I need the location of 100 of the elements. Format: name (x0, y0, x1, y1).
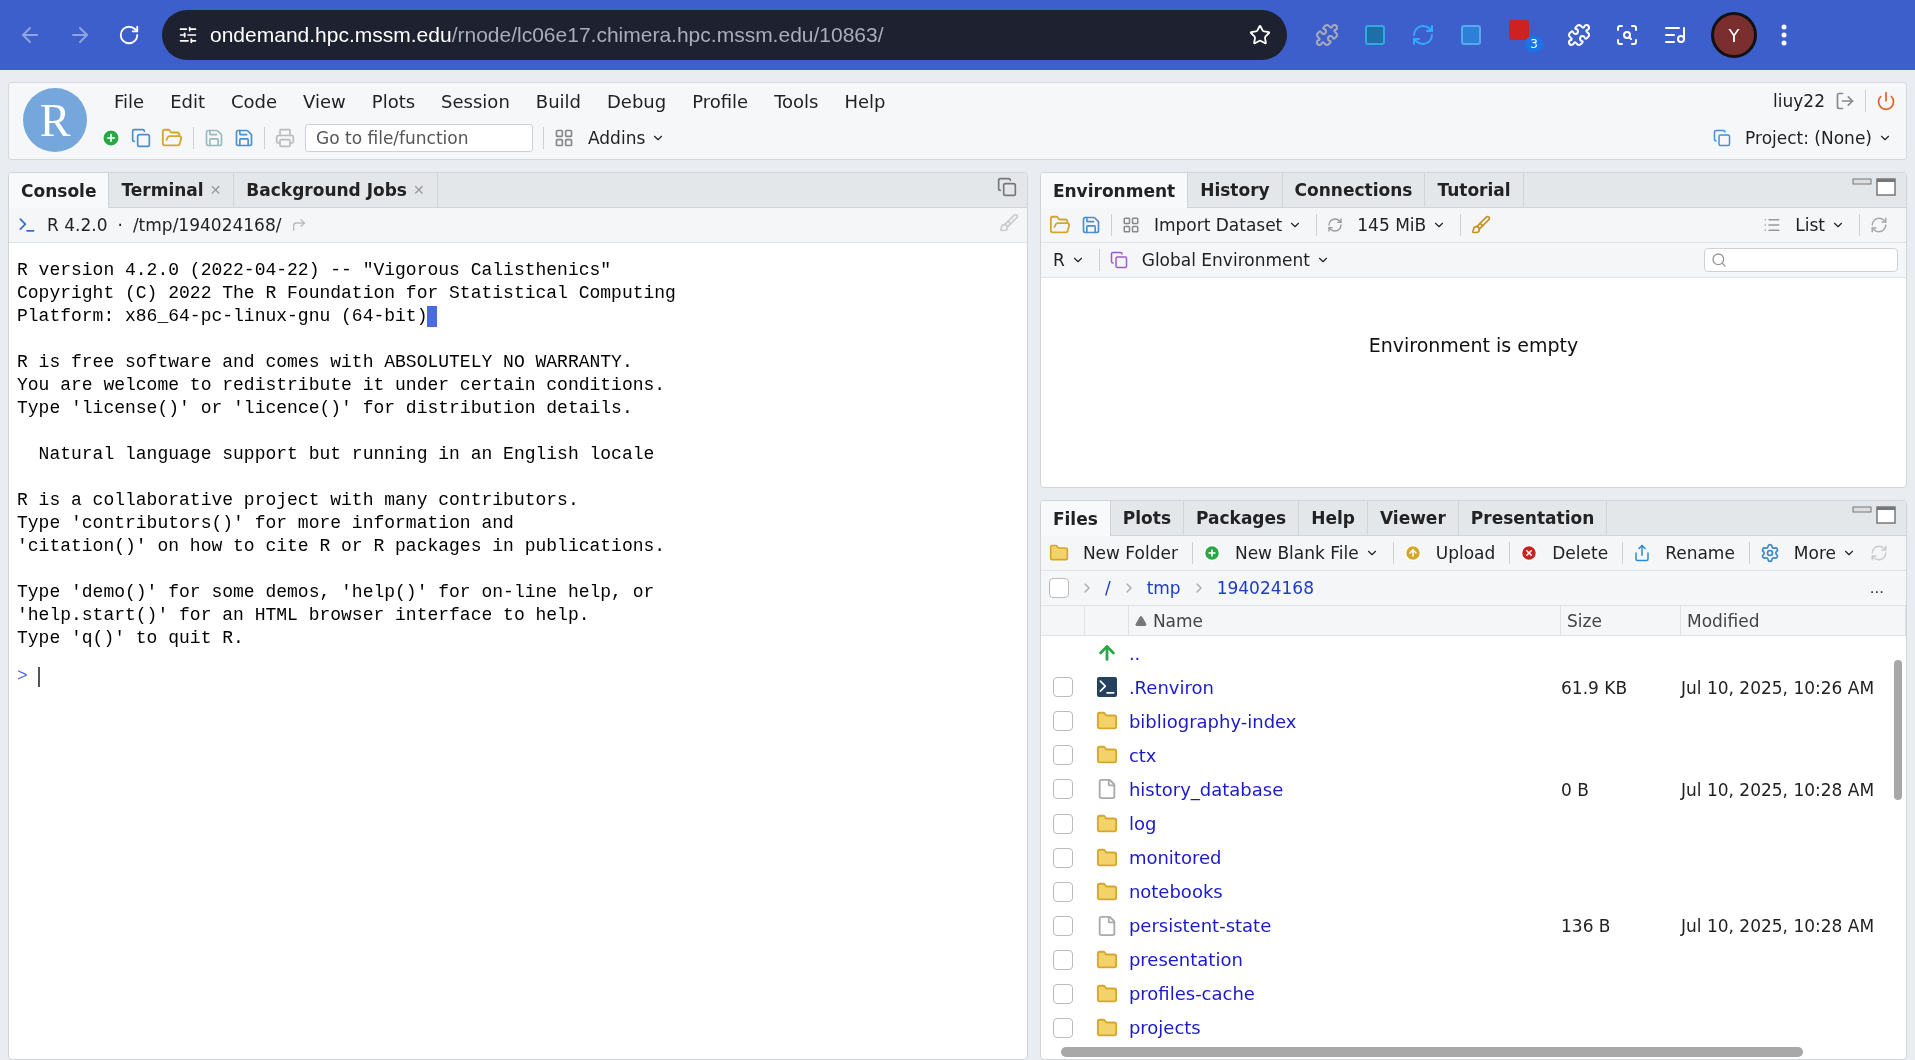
file-name-link[interactable]: ctx (1128, 744, 1157, 766)
console-output-line: Type 'contributors()' for more information and (17, 513, 514, 533)
console-output-line: R is a collaborative project with many contributors. (17, 490, 579, 510)
file-name-link[interactable]: bibliography-index (1128, 710, 1297, 732)
pane-tab[interactable]: Environment (1040, 173, 1189, 208)
address-bar[interactable]: ondemand.hpc.mssm.edu/rnode/lc06e17.chimera.hpc.mssm.edu/10863/ (162, 10, 1287, 60)
breadcrumb-link[interactable]: tmp (1146, 578, 1181, 598)
file-size: 61.9 KB (1561, 677, 1628, 698)
file-modified-date: Jul 10, 2025, 10:28 AM (1681, 780, 1875, 800)
shield-extension-icon[interactable]: 3 (1507, 18, 1543, 52)
row-checkbox[interactable] (1052, 813, 1073, 834)
menu-item[interactable]: Tools (761, 90, 832, 112)
rename-icon (1633, 544, 1652, 562)
file-name-link[interactable]: log (1128, 813, 1157, 835)
minimize-icon[interactable] (1852, 506, 1872, 513)
import-dataset-menu[interactable]: Import Dataset (1149, 215, 1307, 235)
file-size: 136 B (1561, 916, 1611, 937)
file-modified-date: Jul 10, 2025, 10:26 AM (1681, 677, 1875, 698)
row-checkbox[interactable] (1052, 881, 1073, 902)
file-name-link[interactable]: presentation (1128, 949, 1243, 971)
file-name-link[interactable]: projects (1128, 1017, 1201, 1039)
addins-menu[interactable]: Addins (584, 128, 670, 148)
go-to-file-field[interactable]: Go to file/function (305, 124, 533, 152)
row-checkbox[interactable] (1052, 949, 1073, 970)
row-checkbox[interactable] (1052, 915, 1073, 936)
extension-badge: 3 (1525, 36, 1543, 52)
pane-tab[interactable]: Console (9, 173, 110, 208)
file-action-button[interactable]: New Folder (1078, 543, 1182, 563)
file-action-button[interactable]: Delete (1548, 543, 1613, 563)
minimize-icon[interactable] (1852, 178, 1872, 185)
empty-message: Environment is empty (1368, 334, 1579, 358)
maximize-icon[interactable] (1876, 178, 1896, 196)
user-name: liuy22 (1773, 91, 1825, 111)
breadcrumb-link[interactable]: / (1104, 578, 1111, 598)
console-output-line: R version 4.2.0 (2022-04-22) -- "Vigorous Calisthenics" (17, 260, 612, 280)
environment-scope-menu[interactable]: Global Environment (1137, 250, 1334, 270)
file-name-link[interactable]: monitored (1128, 847, 1222, 869)
maximize-icon[interactable] (1876, 506, 1896, 524)
row-checkbox[interactable] (1052, 847, 1073, 868)
column-header[interactable]: Modified (1687, 610, 1760, 631)
file-name-link[interactable]: profiles-cache (1128, 983, 1255, 1005)
menu-item[interactable]: Session (428, 90, 523, 112)
column-header[interactable]: Size (1567, 610, 1602, 631)
pane-tab[interactable]: Files (1040, 501, 1111, 536)
sort-ascending-icon (1134, 614, 1147, 627)
menu-item[interactable]: View (290, 90, 359, 112)
input-caret (37, 666, 40, 687)
breadcrumb-link[interactable]: 194024168 (1216, 578, 1314, 598)
menu-item[interactable]: Help (831, 90, 899, 112)
file-name-link[interactable]: .. (1128, 642, 1141, 664)
row-checkbox[interactable] (1052, 745, 1073, 766)
file-name-link[interactable]: notebooks (1128, 881, 1223, 903)
folder-icon (1095, 948, 1118, 971)
menu-item[interactable]: Code (218, 90, 291, 112)
layers-icon (1109, 251, 1128, 269)
open-folder-icon (1048, 214, 1071, 236)
row-checkbox[interactable] (1052, 983, 1073, 1004)
profile-avatar[interactable]: Y (1711, 12, 1757, 58)
refresh-icon (1870, 216, 1888, 234)
menu-item[interactable]: Profile (679, 90, 762, 112)
file-name-link[interactable]: history_database (1128, 779, 1284, 800)
new-file-icon (101, 128, 121, 148)
menu-icon[interactable] (1781, 24, 1787, 46)
menu-item[interactable]: Edit (157, 90, 218, 112)
search-field[interactable] (1704, 248, 1898, 272)
column-header[interactable]: Name (1152, 610, 1204, 631)
menu-item[interactable]: File (101, 90, 158, 112)
row-checkbox[interactable] (1052, 711, 1073, 732)
print-icon (275, 128, 295, 148)
star-icon (1249, 24, 1271, 46)
file-name-link[interactable]: .Renviron (1128, 676, 1214, 698)
file-action-button[interactable]: More (1789, 543, 1860, 563)
list-icon (1763, 216, 1782, 234)
console-output-line: R is free software and comes with ABSOLUTELY NO WARRANTY. (17, 352, 633, 372)
view-mode-menu[interactable]: List (1791, 215, 1849, 235)
select-all-checkbox[interactable] (1048, 578, 1069, 598)
file-action-button[interactable]: Upload (1431, 543, 1500, 563)
memory-usage-menu[interactable]: 145 MiB (1353, 215, 1451, 235)
r-logo: R (23, 88, 87, 152)
console-output-line: 'citation()' on how to cite R or R packages in publications. (17, 536, 666, 556)
menu-item[interactable]: Build (522, 90, 594, 112)
row-checkbox[interactable] (1052, 1017, 1073, 1038)
file-action-button[interactable]: Rename (1661, 543, 1739, 563)
save-icon (204, 128, 224, 148)
zoom-icon (1615, 23, 1639, 47)
power-icon (1876, 91, 1896, 111)
row-checkbox[interactable] (1052, 677, 1073, 698)
file-action-button[interactable]: New Blank File (1230, 543, 1383, 563)
language-menu[interactable]: R (1048, 250, 1089, 270)
upload-icon (1403, 544, 1422, 562)
file-name-link[interactable]: persistent-state (1128, 915, 1272, 937)
row-checkbox[interactable] (1052, 779, 1073, 800)
broom-icon (998, 213, 1019, 233)
console-prompt: > (17, 665, 28, 688)
menu-item[interactable]: Plots (358, 90, 429, 112)
menu-item[interactable]: Debug (594, 90, 680, 112)
more-options-button[interactable]: ... (1865, 578, 1888, 598)
extension-icon (1315, 23, 1339, 47)
working-directory: /tmp/194024168/ (132, 215, 282, 235)
project-menu[interactable]: Project: (None) (1741, 128, 1896, 148)
